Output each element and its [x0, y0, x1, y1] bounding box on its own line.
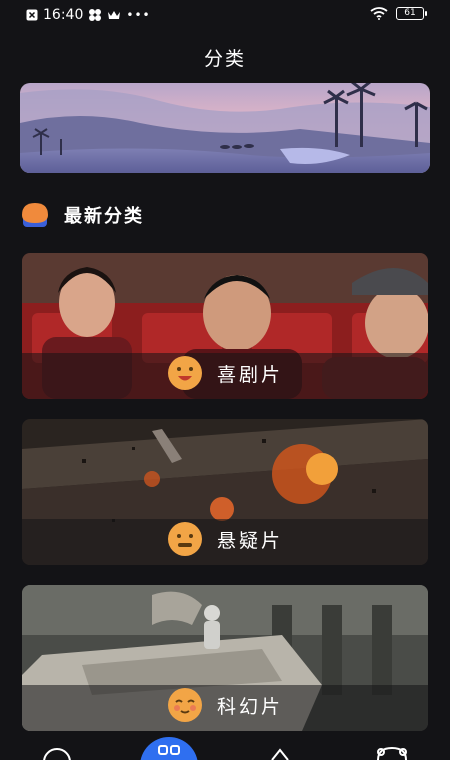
crown-icon [108, 11, 121, 19]
nav-category[interactable] [140, 736, 198, 760]
battery-icon: 61 [396, 7, 427, 20]
page-title: 分类 [203, 48, 246, 70]
section-title: 最新分类 [64, 206, 144, 227]
smile-face-icon [167, 356, 202, 390]
battery-level: 61 [404, 8, 416, 18]
shy-face-icon [167, 688, 202, 722]
category-card-comedy[interactable]: 喜剧片 [22, 253, 428, 399]
status-bar: 16:40 ••• 61 [0, 0, 450, 32]
category-card-scifi[interactable]: 科幻片 [22, 585, 428, 731]
profile-icon [377, 746, 407, 760]
category-label: 悬疑片 [216, 529, 283, 552]
nav-profile[interactable] [374, 736, 410, 760]
section-header: 最新分类 [20, 200, 144, 230]
upload-icon [271, 748, 289, 760]
nav-upload[interactable] [268, 736, 292, 760]
status-time: 16:40 [43, 7, 84, 23]
category-icon [140, 737, 198, 760]
close-box-icon [26, 9, 38, 21]
wifi-icon [370, 7, 388, 20]
home-icon [43, 748, 71, 760]
category-card-suspense[interactable]: 悬疑片 [22, 419, 428, 565]
worried-face-icon [167, 522, 202, 556]
chat-bubble-icon [22, 203, 48, 227]
category-label: 科幻片 [216, 695, 283, 718]
category-label: 喜剧片 [216, 363, 283, 386]
flower-icon [89, 9, 102, 21]
banner-image[interactable] [20, 83, 430, 173]
bottom-nav [0, 736, 450, 760]
nav-home[interactable] [42, 736, 72, 760]
more-dots-icon: ••• [126, 8, 151, 22]
